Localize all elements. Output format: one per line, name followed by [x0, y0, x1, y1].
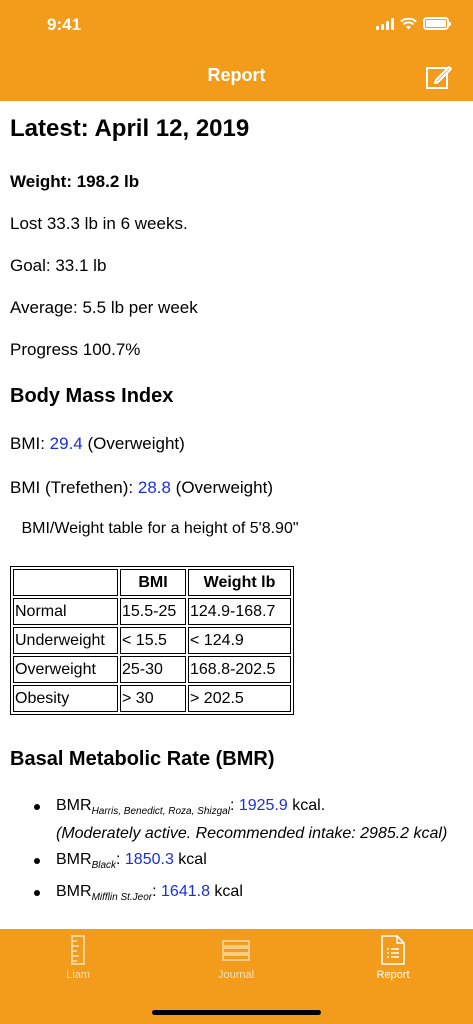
tab-journal[interactable]: Journal [191, 935, 281, 981]
tab-label: Journal [217, 969, 255, 981]
table-cell: Underweight [13, 627, 118, 654]
signal-icon [376, 17, 394, 30]
bmi-value-link[interactable]: 29.4 [50, 434, 83, 453]
bmr-formula: Harris, Benedict, Roza, Shizgal [91, 806, 230, 818]
table-header: Weight lb [188, 569, 291, 596]
table-cell: Normal [13, 598, 118, 625]
weight-text: Weight: 198.2 lb [10, 172, 140, 191]
bmr-separator: : [229, 797, 239, 814]
bmr-value-link[interactable]: 1925.9 [239, 797, 288, 814]
compose-icon[interactable] [425, 63, 453, 91]
bmi-table-caption: BMI/Weight table for a height of 5'8.90" [21, 520, 299, 537]
bmr-prefix: BMR [56, 851, 92, 869]
bmr-value-link[interactable]: 1850.3 [125, 851, 174, 868]
list-item: BMRHarris, Benedict, Roza, Shizgal: 1925… [10, 795, 460, 845]
list-item: BMRBlack: 1850.3 kcal [10, 849, 460, 877]
table-row: Obesity > 30 > 202.5 [13, 685, 291, 712]
report-heading: Latest: April 12, 2019 [10, 115, 250, 142]
bmr-formula: Mifflin St.Jeor [91, 892, 153, 904]
bmi-heading: Body Mass Index [10, 385, 174, 407]
table-cell: < 15.5 [120, 627, 186, 654]
lost-text: Lost 33.3 lb in 6 weeks. [10, 214, 188, 233]
table-cell: > 30 [120, 685, 186, 712]
tab-label: Liam [66, 969, 90, 981]
table-header: BMI [120, 569, 186, 596]
bmr-prefix: BMR [56, 883, 92, 901]
tab-label: Report [376, 969, 410, 981]
table-row: Normal 15.5-25 124.9-168.7 [13, 598, 291, 625]
table-header [13, 569, 118, 596]
report-content: Latest: April 12, 2019 Weight: 198.2 lb … [0, 101, 473, 929]
table-cell: Overweight [13, 656, 118, 683]
bmr-formula: Black [91, 860, 117, 872]
table-header-row: BMI Weight lb [13, 569, 291, 596]
list-item: BMRMifflin St.Jeor: 1641.8 kcal [10, 881, 460, 909]
status-icons [376, 17, 451, 30]
table-cell: 15.5-25 [120, 598, 186, 625]
bmr-unit: kcal [173, 851, 207, 869]
bmr-separator: : [152, 883, 162, 901]
list-icon [222, 940, 250, 961]
bmr-separator: : [116, 851, 125, 869]
bmr-list: BMRHarris, Benedict, Roza, Shizgal: 1925… [10, 795, 460, 914]
bmi-class: (Overweight) [82, 434, 185, 453]
document-icon [381, 935, 405, 965]
goal-text: Goal: 33.1 lb [10, 256, 107, 275]
ruler-icon [71, 935, 85, 965]
wifi-icon [400, 17, 417, 29]
bmr-unit: kcal. [287, 797, 326, 814]
table-cell: 124.9-168.7 [188, 598, 291, 625]
navigation-bar: 9:41 Report [0, 0, 473, 101]
progress-text: Progress 100.7% [10, 340, 141, 359]
home-indicator [152, 1010, 321, 1015]
table-cell: > 202.5 [188, 685, 291, 712]
table-cell: 168.8-202.5 [188, 656, 291, 683]
average-text: Average: 5.5 lb per week [10, 298, 198, 317]
table-cell: 25-30 [120, 656, 186, 683]
page-title: Report [207, 65, 266, 85]
table-row: Underweight < 15.5 < 124.9 [13, 627, 291, 654]
bmi-label: BMI: [10, 434, 50, 453]
table-cell: < 124.9 [188, 627, 291, 654]
battery-icon [423, 17, 451, 30]
bmr-heading: Basal Metabolic Rate (BMR) [10, 748, 275, 770]
bmi-table: BMI Weight lb Normal 15.5-25 124.9-168.7… [10, 566, 294, 715]
tab-report[interactable]: Report [348, 935, 438, 981]
table-row: Overweight 25-30 168.8-202.5 [13, 656, 291, 683]
bmi-trefethen-label: BMI (Trefethen): [10, 478, 138, 497]
table-cell: Obesity [13, 685, 118, 712]
bmr-prefix: BMR [56, 797, 92, 814]
tab-liam[interactable]: Liam [33, 935, 123, 981]
bmr-unit: kcal [209, 883, 243, 901]
bmi-trefethen-class: (Overweight) [170, 478, 273, 497]
bmr-note: (Moderately active. Recommended intake: … [56, 825, 448, 843]
bmi-line: BMI: 29.4 (Overweight) [10, 434, 185, 454]
status-time: 9:41 [47, 15, 82, 34]
bmi-trefethen-link[interactable]: 28.8 [138, 478, 171, 497]
bmr-value-link[interactable]: 1641.8 [161, 883, 210, 900]
bmi-trefethen-line: BMI (Trefethen): 28.8 (Overweight) [10, 478, 273, 498]
